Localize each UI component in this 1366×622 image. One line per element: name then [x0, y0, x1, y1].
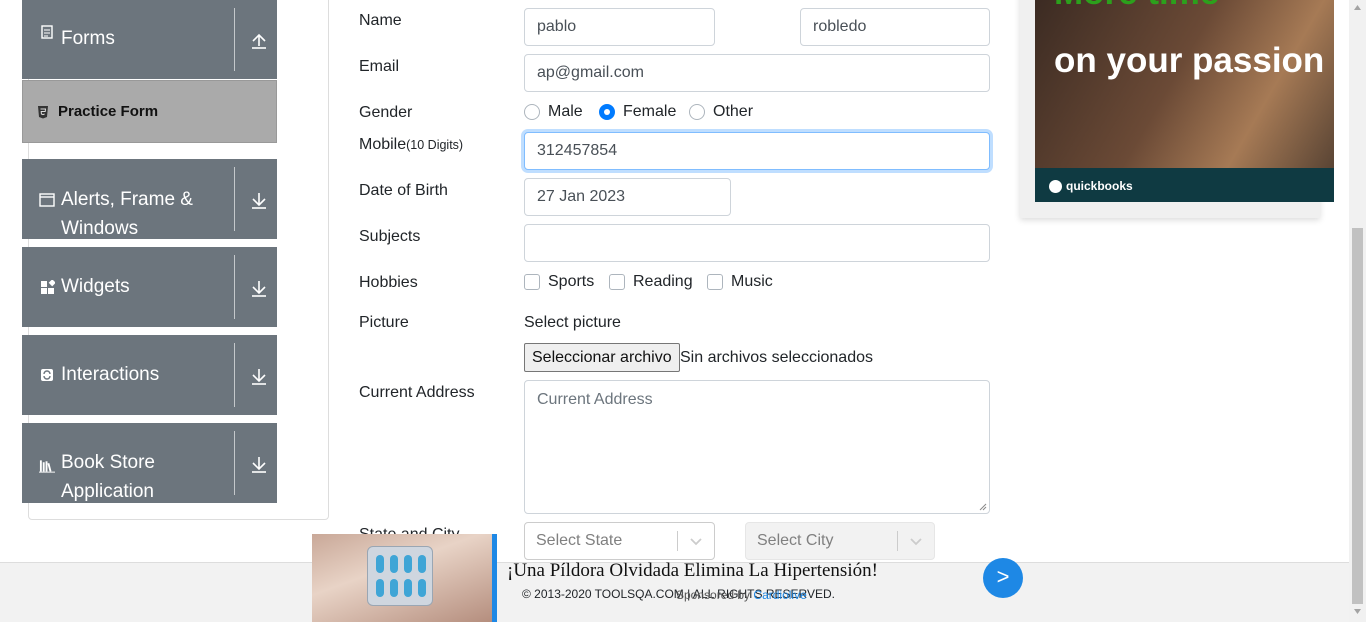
pill: [418, 579, 426, 597]
select-picture-label: Select picture: [524, 314, 621, 331]
widgets-icon: [39, 279, 55, 295]
dob-label: Date of Birth: [359, 182, 448, 199]
mobile-label: Mobile(10 Digits): [359, 136, 464, 153]
ad-headline-white: on your passion: [1054, 41, 1325, 80]
checkbox[interactable]: [707, 274, 723, 290]
gender-label: Gender: [359, 104, 413, 121]
interactions-icon: [39, 367, 55, 383]
divider: [234, 8, 235, 71]
name-label: Name: [359, 12, 402, 29]
sidebar-group-widgets[interactable]: Widgets: [22, 247, 277, 327]
sidebar-group-title: Interactions: [61, 364, 160, 385]
bottom-ad-banner[interactable]: ¡Una Píldora Olvidada Elimina La Hiperte…: [312, 534, 1032, 622]
last-name-input[interactable]: robledo: [800, 8, 990, 46]
sidebar-group-title: Alerts, Frame & Windows: [61, 189, 193, 239]
email-label: Email: [359, 58, 400, 75]
mobile-hint: (10 Digits): [406, 138, 464, 152]
sidebar-group-title: Forms: [61, 28, 115, 49]
arrow-down-icon[interactable]: [249, 366, 269, 386]
html5-icon: [37, 105, 49, 119]
ad-sponsor: Sponsored by Cardiolive: [676, 588, 807, 602]
ad-headline[interactable]: ¡Una Píldora Olvidada Elimina La Hiperte…: [507, 560, 878, 582]
gender-radio-male[interactable]: Male: [524, 103, 583, 121]
page: Forms Practice Form Alerts, Frame & Windo…: [0, 0, 1366, 622]
pill: [376, 555, 384, 573]
choose-file-button[interactable]: Seleccionar archivo: [524, 343, 680, 372]
window-icon: [39, 192, 55, 208]
sidebar-group-interactions[interactable]: Interactions: [22, 335, 277, 415]
scrollbar-thumb[interactable]: [1352, 228, 1363, 604]
pill: [418, 555, 426, 573]
pill: [404, 579, 412, 597]
arrow-down-icon[interactable]: [249, 278, 269, 298]
ad-headline-green: More time: [1054, 0, 1219, 10]
pill: [390, 555, 398, 573]
quickbooks-logo-icon: [1049, 179, 1062, 193]
radio-label: Other: [713, 103, 754, 120]
arrow-down-icon[interactable]: [249, 190, 269, 210]
pill-pack-image: [312, 534, 492, 622]
hobby-checkbox-music[interactable]: Music: [707, 273, 773, 291]
divider: [234, 255, 235, 319]
mobile-input[interactable]: 312457854: [524, 132, 990, 170]
divider: [234, 431, 235, 495]
quickbooks-logo: quickbooks: [1049, 179, 1133, 193]
textarea-placeholder: Current Address: [537, 391, 653, 408]
first-name-input[interactable]: pablo: [524, 8, 715, 46]
hobby-checkbox-sports[interactable]: Sports: [524, 273, 594, 291]
current-address-textarea[interactable]: Current Address: [524, 380, 990, 514]
radio-circle[interactable]: [524, 104, 540, 120]
ad-next-button[interactable]: >: [983, 558, 1023, 598]
checkbox-label: Reading: [633, 273, 693, 290]
vertical-scrollbar[interactable]: [1349, 0, 1366, 622]
pill: [376, 579, 384, 597]
hobby-checkbox-reading[interactable]: Reading: [609, 273, 693, 291]
sidebar-group-alerts[interactable]: Alerts, Frame & Windows: [22, 159, 277, 239]
radio-circle-checked[interactable]: [599, 104, 615, 120]
subjects-input[interactable]: [524, 224, 990, 262]
resize-handle-icon[interactable]: [979, 503, 987, 511]
scroll-up-arrow-icon[interactable]: [1353, 3, 1362, 12]
hobbies-label: Hobbies: [359, 274, 418, 291]
quickbooks-ad[interactable]: More time on your passion quickbooks: [1035, 0, 1334, 202]
divider: [234, 343, 235, 407]
pill: [390, 579, 398, 597]
scroll-down-arrow-icon[interactable]: [1353, 607, 1362, 616]
books-icon: [39, 458, 55, 474]
document-icon: [39, 24, 55, 40]
ad-accent-bar: [492, 534, 497, 622]
checkbox[interactable]: [609, 274, 625, 290]
divider: [234, 167, 235, 231]
blister-pack: [367, 546, 433, 606]
date-of-birth-input[interactable]: 27 Jan 2023: [524, 178, 731, 216]
sidebar-group-book-store[interactable]: Book Store Application: [22, 423, 277, 503]
checkbox-label: Sports: [548, 273, 595, 290]
file-status-text: Sin archivos seleccionados: [680, 349, 873, 366]
email-input[interactable]: ap@gmail.com: [524, 54, 990, 92]
sidebar-item-practice-form[interactable]: Practice Form: [22, 80, 277, 143]
checkbox-label: Music: [731, 273, 773, 290]
gender-radio-female[interactable]: Female: [599, 103, 676, 121]
pill: [404, 555, 412, 573]
sidebar-item-label: Practice Form: [58, 103, 159, 120]
radio-circle[interactable]: [689, 104, 705, 120]
radio-label: Female: [623, 103, 677, 120]
radio-label: Male: [548, 103, 583, 120]
gender-radio-other[interactable]: Other: [689, 103, 753, 121]
sidebar-group-title: Widgets: [61, 276, 130, 297]
subjects-label: Subjects: [359, 228, 421, 245]
arrow-down-icon[interactable]: [249, 454, 269, 474]
arrow-up-icon[interactable]: [249, 31, 269, 51]
sidebar-group-title: Book Store Application: [61, 452, 155, 502]
sidebar-group-forms[interactable]: Forms: [22, 0, 277, 79]
picture-label: Picture: [359, 314, 409, 331]
checkbox[interactable]: [524, 274, 540, 290]
current-address-label: Current Address: [359, 384, 475, 401]
brand-name: quickbooks: [1066, 179, 1133, 193]
